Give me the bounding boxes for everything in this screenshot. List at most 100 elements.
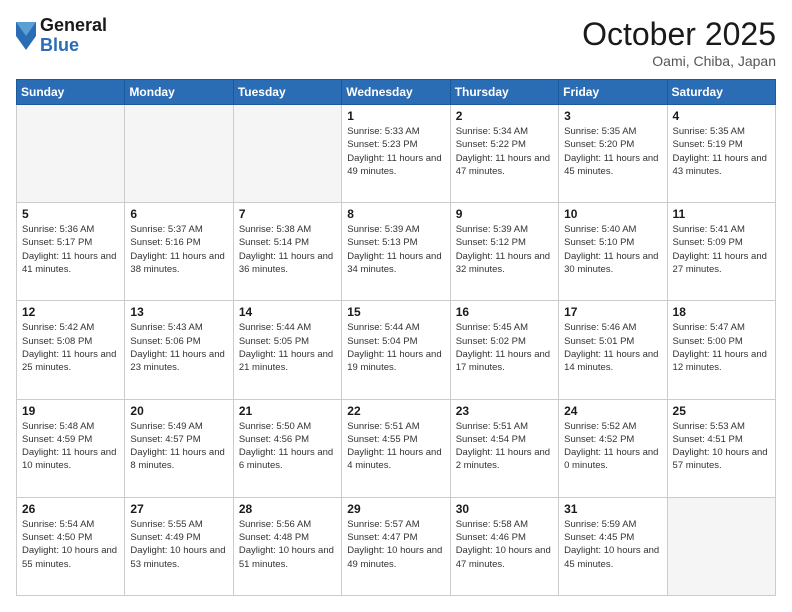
day-info: Sunrise: 5:43 AM Sunset: 5:06 PM Dayligh… [130, 321, 227, 374]
weekday-header: Monday [125, 80, 233, 105]
calendar-cell: 27 Sunrise: 5:55 AM Sunset: 4:49 PM Dayli… [125, 497, 233, 595]
day-number: 26 [22, 502, 119, 516]
day-info: Sunrise: 5:46 AM Sunset: 5:01 PM Dayligh… [564, 321, 661, 374]
calendar-cell: 20 Sunrise: 5:49 AM Sunset: 4:57 PM Dayli… [125, 399, 233, 497]
weekday-header: Saturday [667, 80, 775, 105]
day-info: Sunrise: 5:35 AM Sunset: 5:20 PM Dayligh… [564, 125, 661, 178]
day-info: Sunrise: 5:55 AM Sunset: 4:49 PM Dayligh… [130, 518, 227, 571]
calendar-cell [17, 105, 125, 203]
day-info: Sunrise: 5:50 AM Sunset: 4:56 PM Dayligh… [239, 420, 336, 473]
calendar-cell: 13 Sunrise: 5:43 AM Sunset: 5:06 PM Dayli… [125, 301, 233, 399]
day-number: 9 [456, 207, 553, 221]
calendar-cell: 21 Sunrise: 5:50 AM Sunset: 4:56 PM Dayli… [233, 399, 341, 497]
day-info: Sunrise: 5:51 AM Sunset: 4:55 PM Dayligh… [347, 420, 444, 473]
day-number: 17 [564, 305, 661, 319]
logo-text: General Blue [40, 16, 107, 56]
calendar-cell: 5 Sunrise: 5:36 AM Sunset: 5:17 PM Daylig… [17, 203, 125, 301]
day-info: Sunrise: 5:57 AM Sunset: 4:47 PM Dayligh… [347, 518, 444, 571]
calendar-cell: 24 Sunrise: 5:52 AM Sunset: 4:52 PM Dayli… [559, 399, 667, 497]
calendar-cell: 14Sunrise: 5:44 AM Sunset: 5:05 PM Dayli… [233, 301, 341, 399]
day-number: 31 [564, 502, 661, 516]
day-number: 12 [22, 305, 119, 319]
calendar-cell: 3Sunrise: 5:35 AM Sunset: 5:20 PM Daylig… [559, 105, 667, 203]
calendar-cell: 7 Sunrise: 5:38 AM Sunset: 5:14 PM Daylig… [233, 203, 341, 301]
location: Oami, Chiba, Japan [582, 53, 776, 69]
day-number: 10 [564, 207, 661, 221]
calendar-cell: 4 Sunrise: 5:35 AM Sunset: 5:19 PM Daylig… [667, 105, 775, 203]
day-info: Sunrise: 5:38 AM Sunset: 5:14 PM Dayligh… [239, 223, 336, 276]
logo-icon [16, 22, 36, 50]
day-info: Sunrise: 5:37 AM Sunset: 5:16 PM Dayligh… [130, 223, 227, 276]
calendar-cell: 28 Sunrise: 5:56 AM Sunset: 4:48 PM Dayli… [233, 497, 341, 595]
calendar-cell: 26 Sunrise: 5:54 AM Sunset: 4:50 PM Dayli… [17, 497, 125, 595]
day-info: Sunrise: 5:44 AM Sunset: 5:04 PM Dayligh… [347, 321, 444, 374]
day-info: Sunrise: 5:35 AM Sunset: 5:19 PM Dayligh… [673, 125, 770, 178]
calendar-cell: 11 Sunrise: 5:41 AM Sunset: 5:09 PM Dayli… [667, 203, 775, 301]
day-number: 23 [456, 404, 553, 418]
calendar-cell [125, 105, 233, 203]
day-info: Sunrise: 5:48 AM Sunset: 4:59 PM Dayligh… [22, 420, 119, 473]
calendar-cell: 23 Sunrise: 5:51 AM Sunset: 4:54 PM Dayli… [450, 399, 558, 497]
calendar-cell: 10 Sunrise: 5:40 AM Sunset: 5:10 PM Dayli… [559, 203, 667, 301]
day-number: 25 [673, 404, 770, 418]
day-number: 22 [347, 404, 444, 418]
day-number: 27 [130, 502, 227, 516]
weekday-header: Sunday [17, 80, 125, 105]
day-number: 7 [239, 207, 336, 221]
day-info: Sunrise: 5:56 AM Sunset: 4:48 PM Dayligh… [239, 518, 336, 571]
day-number: 24 [564, 404, 661, 418]
day-info: Sunrise: 5:47 AM Sunset: 5:00 PM Dayligh… [673, 321, 770, 374]
weekday-header: Tuesday [233, 80, 341, 105]
day-info: Sunrise: 5:33 AM Sunset: 5:23 PM Dayligh… [347, 125, 444, 178]
day-info: Sunrise: 5:45 AM Sunset: 5:02 PM Dayligh… [456, 321, 553, 374]
day-number: 2 [456, 109, 553, 123]
calendar-cell: 31 Sunrise: 5:59 AM Sunset: 4:45 PM Dayli… [559, 497, 667, 595]
day-number: 20 [130, 404, 227, 418]
calendar-cell: 2Sunrise: 5:34 AM Sunset: 5:22 PM Daylig… [450, 105, 558, 203]
calendar-cell: 30 Sunrise: 5:58 AM Sunset: 4:46 PM Dayli… [450, 497, 558, 595]
calendar-cell: 19 Sunrise: 5:48 AM Sunset: 4:59 PM Dayli… [17, 399, 125, 497]
calendar-cell: 9 Sunrise: 5:39 AM Sunset: 5:12 PM Daylig… [450, 203, 558, 301]
month-title: October 2025 [582, 16, 776, 53]
day-number: 1 [347, 109, 444, 123]
weekday-header: Friday [559, 80, 667, 105]
calendar-cell: 15 Sunrise: 5:44 AM Sunset: 5:04 PM Dayli… [342, 301, 450, 399]
day-number: 6 [130, 207, 227, 221]
weekday-header: Thursday [450, 80, 558, 105]
day-info: Sunrise: 5:52 AM Sunset: 4:52 PM Dayligh… [564, 420, 661, 473]
day-info: Sunrise: 5:39 AM Sunset: 5:12 PM Dayligh… [456, 223, 553, 276]
day-info: Sunrise: 5:53 AM Sunset: 4:51 PM Dayligh… [673, 420, 770, 473]
calendar-cell: 1 Sunrise: 5:33 AM Sunset: 5:23 PM Daylig… [342, 105, 450, 203]
page: General Blue October 2025 Oami, Chiba, J… [0, 0, 792, 612]
calendar-cell: 8 Sunrise: 5:39 AM Sunset: 5:13 PM Daylig… [342, 203, 450, 301]
day-info: Sunrise: 5:40 AM Sunset: 5:10 PM Dayligh… [564, 223, 661, 276]
day-info: Sunrise: 5:54 AM Sunset: 4:50 PM Dayligh… [22, 518, 119, 571]
day-number: 5 [22, 207, 119, 221]
day-number: 14 [239, 305, 336, 319]
day-number: 18 [673, 305, 770, 319]
day-info: Sunrise: 5:42 AM Sunset: 5:08 PM Dayligh… [22, 321, 119, 374]
day-number: 8 [347, 207, 444, 221]
day-number: 28 [239, 502, 336, 516]
day-info: Sunrise: 5:41 AM Sunset: 5:09 PM Dayligh… [673, 223, 770, 276]
day-info: Sunrise: 5:59 AM Sunset: 4:45 PM Dayligh… [564, 518, 661, 571]
calendar-cell: 22 Sunrise: 5:51 AM Sunset: 4:55 PM Dayli… [342, 399, 450, 497]
day-info: Sunrise: 5:36 AM Sunset: 5:17 PM Dayligh… [22, 223, 119, 276]
day-info: Sunrise: 5:51 AM Sunset: 4:54 PM Dayligh… [456, 420, 553, 473]
logo: General Blue [16, 16, 107, 56]
day-number: 11 [673, 207, 770, 221]
day-info: Sunrise: 5:39 AM Sunset: 5:13 PM Dayligh… [347, 223, 444, 276]
header: General Blue October 2025 Oami, Chiba, J… [16, 16, 776, 69]
day-number: 30 [456, 502, 553, 516]
day-number: 19 [22, 404, 119, 418]
day-number: 29 [347, 502, 444, 516]
calendar-table: SundayMondayTuesdayWednesdayThursdayFrid… [16, 79, 776, 596]
day-number: 15 [347, 305, 444, 319]
day-info: Sunrise: 5:49 AM Sunset: 4:57 PM Dayligh… [130, 420, 227, 473]
title-block: October 2025 Oami, Chiba, Japan [582, 16, 776, 69]
day-number: 13 [130, 305, 227, 319]
day-number: 4 [673, 109, 770, 123]
calendar-cell: 29 Sunrise: 5:57 AM Sunset: 4:47 PM Dayli… [342, 497, 450, 595]
day-info: Sunrise: 5:58 AM Sunset: 4:46 PM Dayligh… [456, 518, 553, 571]
day-number: 21 [239, 404, 336, 418]
